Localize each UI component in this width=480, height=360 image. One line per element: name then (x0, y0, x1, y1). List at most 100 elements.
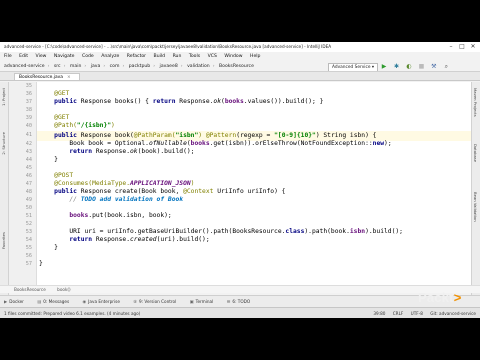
code-line: @Consumes(MediaType.APPLICATION_JSON) (54, 180, 195, 187)
breadcrumb-method[interactable]: book() (57, 287, 70, 292)
line-number: 39 (25, 115, 32, 121)
line-number: 45 (25, 165, 32, 171)
minimize-button[interactable]: – (446, 42, 456, 52)
todo-icon: ☰ (226, 299, 231, 304)
line-number: 50 (25, 205, 32, 211)
nav-crumb[interactable]: packtpub (129, 64, 150, 69)
packt-logo: Packt> (418, 290, 462, 305)
close-tab-icon[interactable]: × (67, 75, 71, 80)
menu-code[interactable]: Code (82, 54, 94, 59)
nav-crumb[interactable]: advanced-service (4, 64, 45, 69)
menu-help[interactable]: Help (250, 54, 260, 59)
docker-tool-button[interactable]: ▶ Docker (4, 299, 24, 304)
code-line: return Response.created(uri).build(); (69, 236, 210, 243)
nav-crumb[interactable]: BooksResource (219, 64, 254, 69)
build-icon[interactable]: ⚒ (430, 63, 438, 71)
nav-crumb[interactable]: javaee8 (160, 64, 178, 69)
nav-crumb[interactable]: main (70, 64, 81, 69)
code-line: @GET (54, 90, 70, 97)
code-line: Book book = Optional.ofNullable(books.ge… (39, 140, 392, 147)
title-bar: advanced-service - [C:\code\advanced-ser… (0, 42, 480, 52)
line-number: 48 (25, 189, 32, 195)
breadcrumb-class[interactable]: BooksResource (14, 287, 46, 292)
line-number: 36 (25, 91, 32, 97)
version-control-icon: ⑨ (133, 299, 137, 304)
stop-icon[interactable]: ■ (417, 63, 425, 71)
menu-tools[interactable]: Tools (189, 54, 200, 59)
menu-run[interactable]: Run (173, 54, 182, 59)
run-config-select[interactable]: Advanced Service ▾ (328, 63, 379, 71)
todo-tool-button[interactable]: ☰ 6: TODO (227, 299, 251, 304)
bean-validation-tool-tab[interactable]: Bean Validation (473, 192, 478, 222)
database-tool-tab[interactable]: Database (473, 144, 478, 162)
java-enterprise-icon: ◉ (82, 299, 87, 304)
chevron-right-icon: › (103, 64, 106, 69)
chevron-right-icon: › (153, 64, 156, 69)
line-number: 37 (25, 99, 32, 105)
project-tool-tab[interactable]: 1: Project (1, 88, 6, 106)
debug-icon[interactable]: ✱ (392, 63, 400, 71)
terminal-tool-button[interactable]: ▣ Terminal (190, 299, 214, 304)
right-tool-stripe: Maven Projects Database Bean Validation (471, 82, 480, 295)
java-enterprise-tool-button[interactable]: ◉ Java Enterprise (83, 299, 120, 304)
line-number: 43 (25, 149, 32, 155)
line-number: 42 (25, 141, 32, 147)
menu-view[interactable]: View (36, 54, 47, 59)
status-message: 1 files committed: Prepared video 6.1 ex… (4, 311, 141, 316)
menu-window[interactable]: Window (224, 54, 242, 59)
version-control-tool-button[interactable]: ⑨ 9: Version Control (133, 299, 176, 304)
menu-analyze[interactable]: Analyze (101, 54, 119, 59)
menu-file[interactable]: File (4, 54, 12, 59)
tool-window-bar: ▶ Docker ▤ 0: Messages ◉ Java Enterprise ⑨9… (0, 295, 480, 307)
code-line: @POST (54, 172, 74, 179)
line-number: 54 (25, 237, 32, 243)
search-icon[interactable]: ⌕ (442, 63, 450, 71)
line-number: 35 (25, 83, 32, 89)
maximize-button[interactable]: □ (457, 42, 467, 52)
line-number: 40 (25, 123, 32, 129)
line-separator[interactable]: CRLF (393, 311, 404, 316)
code-line: } (39, 260, 43, 267)
menu-bar: File Edit View Navigate Code Analyze Ref… (0, 52, 480, 61)
nav-crumb[interactable]: src (54, 64, 61, 69)
line-number: 51 (25, 213, 32, 219)
code-line: } (39, 244, 58, 251)
file-encoding[interactable]: UTF-8 (411, 311, 423, 316)
menu-edit[interactable]: Edit (19, 54, 28, 59)
menu-navigate[interactable]: Navigate (54, 54, 75, 59)
code-editor[interactable]: @GET public Response books() { return Re… (37, 82, 471, 285)
run-icon[interactable]: ▶ (380, 63, 388, 71)
messages-tool-button[interactable]: ▤ 0: Messages (37, 299, 69, 304)
git-branch[interactable]: Git: advanced-service (430, 311, 476, 316)
editor-tab-bar: BooksResource.java × (0, 72, 480, 81)
run-config-label: Advanced Service (332, 65, 371, 70)
messages-icon: ▤ (37, 299, 42, 304)
menu-vcs[interactable]: VCS (208, 54, 217, 59)
code-line: books.put(book.isbn, book); (69, 212, 172, 219)
menu-build[interactable]: Build (154, 54, 166, 59)
tab-label: BooksResource.java (19, 75, 63, 80)
code-breadcrumb: BooksResource book() (0, 285, 480, 293)
terminal-icon: ▣ (189, 299, 194, 304)
docker-icon: ▶ (4, 299, 8, 304)
tab-booksresource[interactable]: BooksResource.java × (14, 73, 80, 80)
line-number: 52 (25, 221, 32, 227)
chevron-right-icon: › (212, 64, 215, 69)
window-title: advanced-service - [C:\code\advanced-ser… (4, 44, 332, 49)
favorites-tool-tab[interactable]: Favorites (1, 232, 6, 249)
caret-position[interactable]: 39:80 (373, 311, 385, 316)
line-number: 53 (25, 229, 32, 235)
close-button[interactable]: ✕ (468, 42, 478, 52)
nav-crumb[interactable]: validation (187, 64, 210, 69)
coverage-icon[interactable]: ◐ (405, 63, 413, 71)
chevron-right-icon: › (63, 64, 66, 69)
nav-crumb[interactable]: com (110, 64, 120, 69)
maven-tool-tab[interactable]: Maven Projects (473, 88, 478, 117)
line-number: 41 (25, 132, 32, 138)
structure-tool-tab[interactable]: 2: Structure (1, 132, 6, 155)
nav-crumb[interactable]: java (91, 64, 101, 69)
code-line: URI uri = uriInfo.getBaseUriBuilder().pa… (39, 228, 403, 235)
ide-window: advanced-service - [C:\code\advanced-ser… (0, 42, 480, 318)
menu-refactor[interactable]: Refactor (127, 54, 146, 59)
line-number: 49 (25, 197, 32, 203)
